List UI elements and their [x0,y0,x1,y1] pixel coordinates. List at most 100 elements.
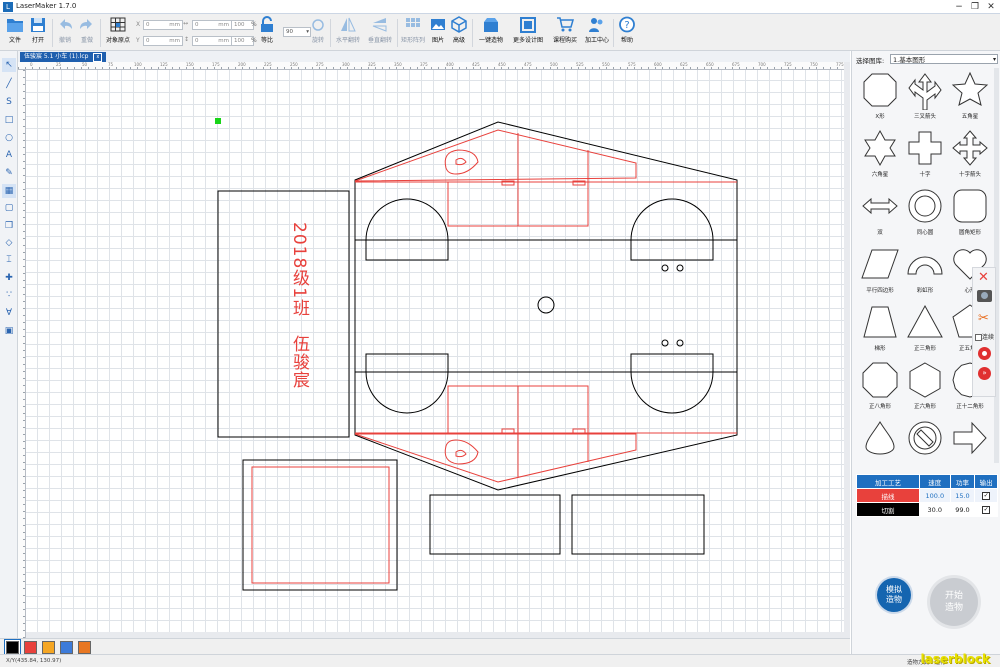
color-swatch[interactable] [42,641,55,654]
continuous-option[interactable]: 连续 [975,332,994,341]
close-window-icon[interactable]: ✕ [984,1,998,13]
process-speed[interactable]: 100.0 [919,488,951,503]
picture-button[interactable]: 图片 [429,15,447,50]
camera-icon[interactable] [977,290,992,302]
close-icon[interactable]: ✕ [978,271,989,284]
top-fin-engrave[interactable] [444,149,479,175]
weld-tool-icon[interactable]: ∀ [2,306,16,320]
x-input[interactable]: 0 mm [143,20,183,30]
base-panel-outer[interactable] [242,459,398,591]
shape-cell[interactable]: 六角星 [859,128,901,185]
shape-cell[interactable]: 彩虹形 [904,244,946,301]
select-arrow-icon[interactable]: ↖ [2,58,16,72]
layers-tool-icon[interactable]: ❒ [2,219,16,233]
shape-cell[interactable]: 三叉箭头 [904,70,946,127]
process-output[interactable]: ✓ [974,488,998,503]
shape-cell[interactable] [859,418,901,463]
color-swatch[interactable] [6,641,19,654]
bottom-slot-engrave[interactable] [501,428,515,434]
hexagon-outline[interactable] [354,121,738,491]
object-origin-button[interactable]: 对象原点 [102,15,134,50]
top-fin-inner-engrave[interactable] [455,157,467,166]
puzzle-tool-icon[interactable]: ✚ [2,271,16,285]
shape-cell[interactable]: 同心圆 [904,186,946,243]
box-tool-icon[interactable]: ▣ [2,324,16,338]
process-power[interactable]: 99.0 [949,502,976,517]
screw-hole[interactable] [661,339,669,347]
redo-button[interactable]: 重做 [77,15,97,50]
bottom-fin-engrave[interactable] [444,439,479,465]
small-panel-left[interactable] [429,494,561,555]
screw-hole[interactable] [661,264,669,272]
minimize-icon[interactable]: − [952,1,966,13]
restore-icon[interactable]: ❐ [968,1,982,13]
shape-cell[interactable]: 正三角形 [904,302,946,359]
shape-cell[interactable]: 正八角形 [859,360,901,417]
pen-tool-icon[interactable]: ✎ [2,166,16,180]
engrave-paths[interactable] [251,129,737,584]
rectangle-tool-icon[interactable]: □ [2,113,16,127]
document-tab[interactable]: 伍骏宸 5.1 小车 (1).lcp x [20,52,107,62]
screw-hole[interactable] [676,339,684,347]
simulate-button[interactable]: 模拟 造物 [877,578,911,612]
design-artwork[interactable] [26,70,844,632]
advanced-button[interactable]: 高级 [450,15,468,50]
text-tool-icon[interactable]: A [2,148,16,162]
width-input[interactable]: 0 mm [192,20,232,30]
process-row-engrave[interactable]: 描线 100.0 15.0 ✓ [856,488,998,503]
shape-cell[interactable]: 正六角形 [904,360,946,417]
curve-tool-icon[interactable]: S [2,95,16,109]
engraved-name-text[interactable]: 2018级1班 伍骏宸 [272,222,312,477]
rotate-angle-select[interactable]: 90 ▾ [283,27,311,37]
height-input[interactable]: 0 mm [192,36,232,46]
help-button[interactable]: ? 帮助 [616,15,638,50]
center-hole[interactable] [537,296,555,314]
vertical-flip-button[interactable]: 垂直翻转 [365,15,395,50]
origin-marker[interactable] [215,118,221,124]
scissors-icon[interactable]: ✂ [978,312,989,325]
bottom-fin-inner-engrave[interactable] [455,449,467,458]
screw-hole[interactable] [676,264,684,272]
ellipse-tool-icon[interactable]: ○ [2,131,16,145]
measure-tool-icon[interactable]: ⌶ [2,253,16,267]
library-scrollbar[interactable] [994,68,999,463]
library-select[interactable]: 1.基本图形 ▾ [890,54,998,64]
wheel-arch-top-left[interactable] [365,198,449,261]
shape-cell[interactable] [949,418,991,463]
more-designs-button[interactable]: 更多设计图 [510,15,546,50]
record-icon[interactable] [978,347,991,360]
start-build-button[interactable]: 开始 造物 [930,578,978,626]
design-canvas[interactable]: 2018级1班 伍骏宸 [26,70,844,632]
base-panel-engrave[interactable] [251,466,390,584]
dots-tool-icon[interactable]: ∵ [2,288,16,302]
line-tool-icon[interactable]: ╱ [2,77,16,91]
color-swatch[interactable] [60,641,73,654]
one-click-build-button[interactable]: 一键造物 [476,15,506,50]
color-swatch[interactable] [78,641,91,654]
shape-cell[interactable]: 梯形 [859,302,901,359]
shape-cell[interactable]: X形 [859,70,901,127]
undo-button[interactable]: 撤销 [55,15,75,50]
process-speed[interactable]: 30.0 [919,502,951,517]
shape-cell[interactable]: 双 [859,186,901,243]
rect-array-button[interactable]: 矩形阵列 [399,15,427,50]
shape-cell[interactable]: 十字箭头 [949,128,991,185]
small-panel-right[interactable] [571,494,705,555]
shape-cell[interactable]: 五角星 [949,70,991,127]
fast-forward-icon[interactable]: » [978,367,991,380]
wheel-arch-bottom-left[interactable] [365,353,449,414]
lock-ratio-button[interactable]: 等比 [257,15,277,50]
checkbox-icon[interactable] [975,334,982,341]
process-row-cut[interactable]: 切割 30.0 99.0 ✓ [856,502,998,517]
horizontal-flip-button[interactable]: 水平翻转 [333,15,363,50]
rotate-button[interactable]: 旋转 [309,15,327,50]
bottom-slot-engrave[interactable] [572,428,586,434]
grid-tool-icon[interactable]: ▦ [2,184,16,198]
top-wing-engrave[interactable] [354,129,637,182]
processing-center-button[interactable]: 加工中心 [582,15,612,50]
file-button[interactable]: 文件 [4,15,26,50]
checkbox-checked-icon[interactable]: ✓ [982,492,991,500]
wheel-arch-bottom-right[interactable] [630,353,714,414]
eraser-tool-icon[interactable]: ◇ [2,236,16,250]
vertical-scrollbar[interactable] [844,62,850,638]
